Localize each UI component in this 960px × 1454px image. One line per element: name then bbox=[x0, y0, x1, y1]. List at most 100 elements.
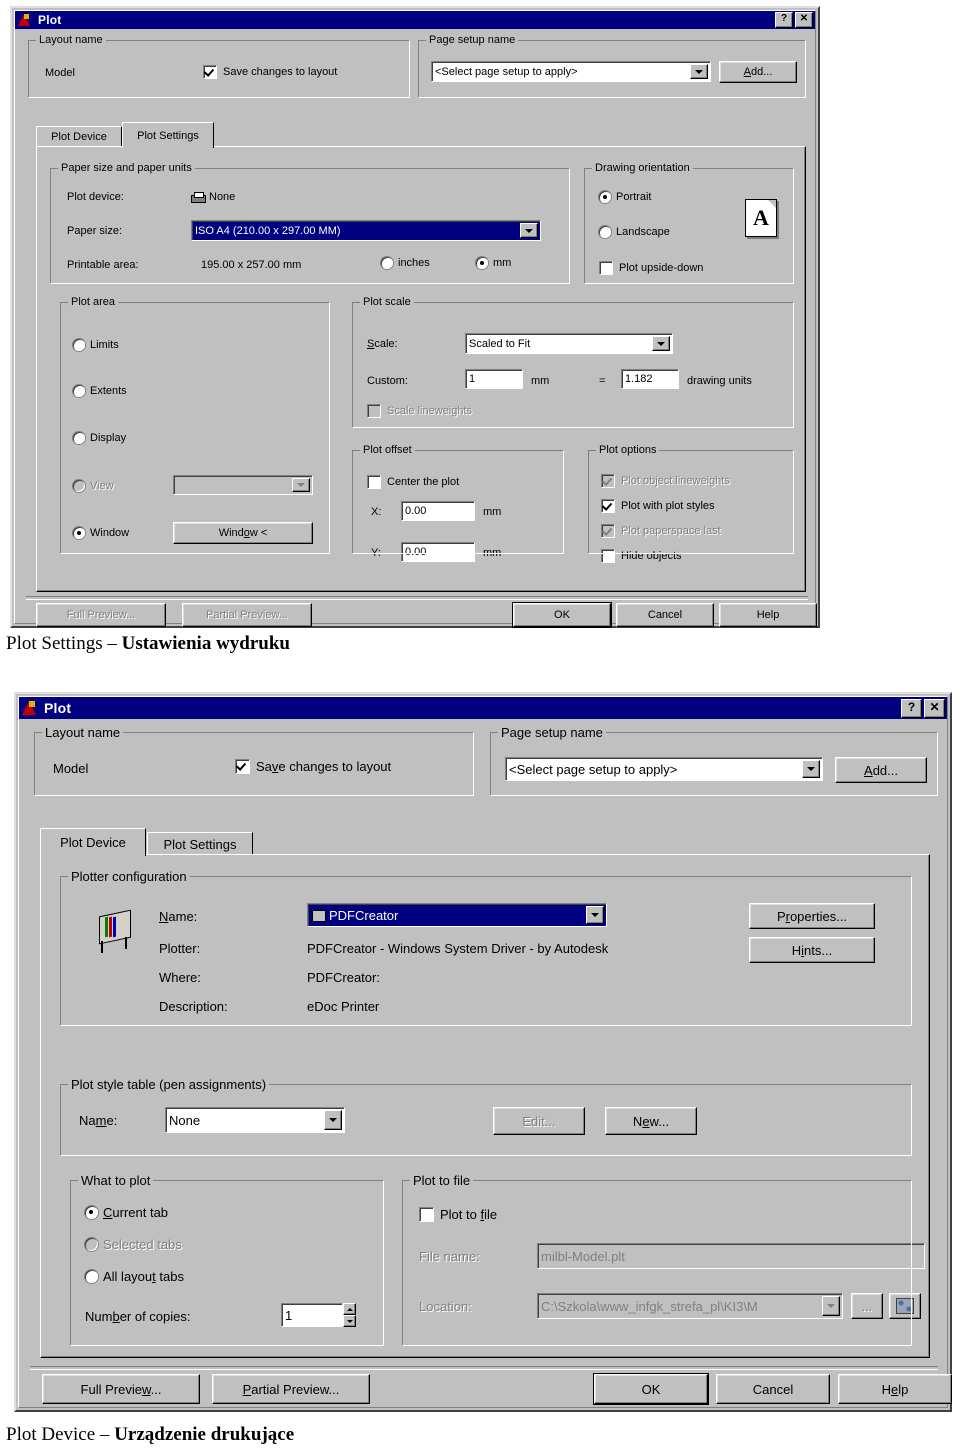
tab-plot-settings[interactable]: Plot Settings bbox=[122, 122, 214, 148]
paper-size-value: ISO A4 (210.00 x 297.00 MM) bbox=[195, 224, 341, 237]
current-tab-label: Current tab bbox=[103, 1205, 169, 1220]
checkbox-box bbox=[367, 404, 381, 418]
partial-preview-button[interactable]: Partial Preview... bbox=[212, 1374, 370, 1404]
offset-x-label: X: bbox=[371, 506, 382, 518]
copies-spinner[interactable] bbox=[343, 1303, 356, 1327]
ok-button[interactable]: OK bbox=[594, 1374, 708, 1404]
view-combo bbox=[173, 475, 313, 495]
tab-plot-settings-label: Plot Settings bbox=[163, 837, 237, 852]
orientation-portrait-radio[interactable]: Portrait bbox=[599, 191, 651, 203]
browse-location-button: ... bbox=[851, 1293, 883, 1319]
add-page-setup-button[interactable]: Add... bbox=[835, 757, 927, 783]
portrait-label: Portrait bbox=[616, 191, 652, 203]
spinner-down-icon[interactable] bbox=[343, 1315, 356, 1327]
plot-with-plot-styles-checkbox[interactable]: Plot with plot styles bbox=[601, 499, 715, 513]
spinner-up-icon[interactable] bbox=[343, 1303, 356, 1315]
units-mm-label: mm bbox=[493, 257, 512, 269]
cancel-label: Cancel bbox=[752, 1381, 794, 1397]
help-titlebar-button[interactable]: ? bbox=[775, 12, 793, 28]
units-mm-radio[interactable]: mm bbox=[476, 257, 511, 269]
tab-plot-settings[interactable]: Plot Settings bbox=[147, 832, 253, 856]
offset-y-input[interactable]: 0.00 bbox=[401, 542, 475, 562]
full-preview-button[interactable]: Full Preview... bbox=[42, 1374, 200, 1404]
all-layout-tabs-radio[interactable]: All layout tabs bbox=[85, 1269, 184, 1284]
checkbox-box bbox=[601, 474, 615, 488]
plot-style-name-combo[interactable]: None bbox=[165, 1107, 345, 1133]
units-inches-radio[interactable]: inches bbox=[381, 257, 430, 269]
radio-dot bbox=[73, 527, 85, 539]
help-button[interactable]: Help bbox=[719, 603, 817, 627]
network-plot-icon[interactable] bbox=[889, 1293, 921, 1319]
add-button-label: Add... bbox=[864, 762, 898, 778]
custom-scale-input[interactable]: 1 bbox=[465, 369, 523, 389]
help-button[interactable]: Help bbox=[838, 1374, 952, 1404]
paper-size-label: Paper size: bbox=[67, 225, 123, 237]
save-changes-checkbox[interactable]: Save changes to layout bbox=[235, 759, 391, 774]
current-tab-radio[interactable]: Current tab bbox=[85, 1205, 168, 1220]
all-layout-tabs-label: All layout tabs bbox=[103, 1269, 184, 1284]
save-changes-checkbox[interactable]: Save changes to layout bbox=[203, 65, 337, 79]
offset-x-unit: mm bbox=[483, 506, 502, 518]
extents-label: Extents bbox=[90, 385, 127, 397]
save-changes-label: Save changes to layout bbox=[256, 759, 392, 774]
offset-x-input[interactable]: 0.00 bbox=[401, 501, 475, 521]
paper-size-combo[interactable]: ISO A4 (210.00 x 297.00 MM) bbox=[191, 220, 541, 241]
full-preview-label: Full Preview... bbox=[66, 609, 136, 621]
plot-to-file-checkbox[interactable]: Plot to file bbox=[419, 1207, 497, 1222]
plot-area-extents-radio[interactable]: Extents bbox=[73, 385, 127, 397]
document-page: Plot ? ✕ Layout name Model Save changes … bbox=[0, 0, 960, 1454]
location-combo: C:\Szkola\www_infgk_strefa_pl\KI3\M bbox=[537, 1293, 843, 1319]
hints-label: Hints... bbox=[791, 942, 833, 958]
custom-value: 1 bbox=[469, 373, 476, 385]
page-setup-combo[interactable]: <Select page setup to apply> bbox=[505, 757, 823, 781]
plotter-config-legend: Plotter configuration bbox=[68, 869, 190, 884]
ok-button[interactable]: OK bbox=[513, 603, 611, 627]
edit-label: Edit... bbox=[522, 1113, 556, 1129]
ok-label: OK bbox=[554, 609, 570, 621]
plot-upside-down-checkbox[interactable]: Plot upside-down bbox=[599, 261, 703, 275]
plot-area-display-radio[interactable]: Display bbox=[73, 432, 126, 444]
custom-label: Custom: bbox=[367, 375, 408, 387]
plot-area-limits-radio[interactable]: Limits bbox=[73, 339, 119, 351]
printable-area-value: 195.00 x 257.00 mm bbox=[201, 259, 302, 271]
cancel-button[interactable]: Cancel bbox=[716, 1374, 830, 1404]
help-titlebar-button[interactable]: ? bbox=[901, 698, 922, 718]
tab-plot-device[interactable]: Plot Device bbox=[40, 828, 146, 856]
titlebar-buttons: ? ✕ bbox=[775, 12, 813, 28]
close-icon[interactable]: ✕ bbox=[795, 12, 813, 28]
window-select-button[interactable]: Window < bbox=[173, 522, 313, 544]
chevron-down-icon[interactable] bbox=[652, 336, 670, 351]
upside-down-label: Plot upside-down bbox=[619, 262, 704, 274]
help-label: Help bbox=[756, 609, 780, 621]
tab-plot-device[interactable]: Plot Device bbox=[36, 126, 122, 147]
center-the-plot-checkbox[interactable]: Center the plot bbox=[367, 475, 459, 489]
new-plot-style-button[interactable]: New... bbox=[605, 1107, 697, 1135]
hide-objects-checkbox[interactable]: Hide objects bbox=[601, 549, 682, 563]
plot-dialog-settings: Plot ? ✕ Layout name Model Save changes … bbox=[10, 6, 820, 628]
copies-input[interactable]: 1 bbox=[281, 1303, 343, 1327]
page-setup-combo[interactable]: <Select page setup to apply> bbox=[431, 61, 711, 82]
chevron-down-icon[interactable] bbox=[520, 223, 538, 238]
drawing-units-input[interactable]: 1.182 bbox=[621, 369, 679, 389]
file-name-value: milbl-Model.plt bbox=[541, 1248, 625, 1264]
properties-button[interactable]: Properties... bbox=[749, 903, 875, 929]
plotter-name-combo[interactable]: PDFCreator bbox=[307, 903, 607, 927]
layout-name-group: Layout name Model Save changes to layout bbox=[34, 725, 474, 796]
hints-button[interactable]: Hints... bbox=[749, 937, 875, 963]
close-icon[interactable]: ✕ bbox=[924, 698, 945, 718]
location-value: C:\Szkola\www_infgk_strefa_pl\KI3\M bbox=[541, 1298, 758, 1314]
orientation-landscape-radio[interactable]: Landscape bbox=[599, 226, 670, 238]
add-page-setup-button[interactable]: Add... bbox=[719, 61, 797, 83]
chevron-down-icon[interactable] bbox=[586, 906, 604, 924]
bottom-separator bbox=[26, 596, 808, 600]
display-label: Display bbox=[90, 432, 127, 444]
chevron-down-icon[interactable] bbox=[690, 64, 708, 79]
radio-dot bbox=[599, 226, 611, 238]
scale-combo[interactable]: Scaled to Fit bbox=[465, 333, 673, 354]
chevron-down-icon[interactable] bbox=[802, 760, 820, 778]
radio-dot bbox=[381, 257, 393, 269]
plot-area-window-radio[interactable]: Window bbox=[73, 527, 129, 539]
chevron-down-icon[interactable] bbox=[324, 1110, 342, 1130]
cancel-button[interactable]: Cancel bbox=[616, 603, 714, 627]
radio-dot bbox=[73, 339, 85, 351]
